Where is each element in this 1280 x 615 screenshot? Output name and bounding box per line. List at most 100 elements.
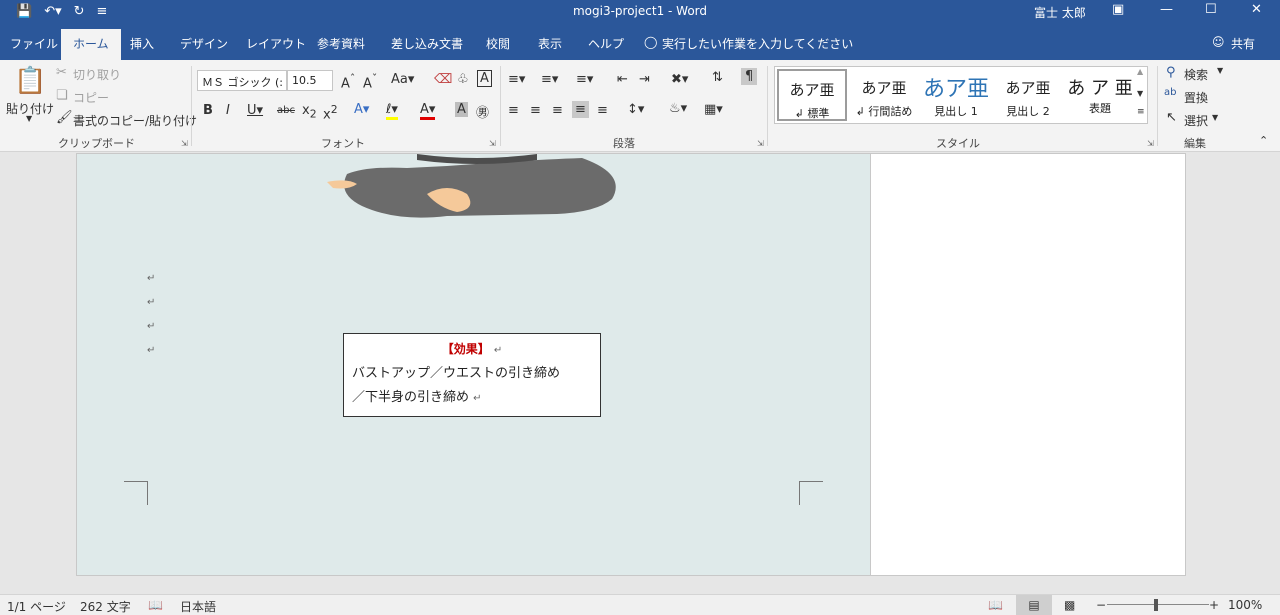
style-heading-2[interactable]: あア亜 見出し 2 bbox=[993, 69, 1063, 121]
tab-layout[interactable]: レイアウト bbox=[246, 35, 306, 52]
paragraph-mark: ↵ bbox=[493, 345, 503, 356]
more-styles-icon[interactable]: ≡ bbox=[1137, 107, 1145, 117]
font-size-combo[interactable]: 10.5 bbox=[287, 70, 333, 91]
maximize-icon[interactable]: ☐ bbox=[1205, 2, 1217, 17]
document-page[interactable]: ↵ ↵ ↵ ↵ 【効果】 ↵ バストアップ／ウエストの引き締め ／下半身の引き締… bbox=[76, 153, 871, 576]
ribbon-display-options-icon[interactable]: ▣ bbox=[1112, 2, 1124, 17]
sort-icon[interactable]: ⇅ bbox=[712, 70, 723, 85]
clear-formatting-icon[interactable]: ⌫ bbox=[434, 72, 452, 87]
margin-corner-mark bbox=[799, 481, 823, 505]
shading-icon[interactable]: ♨▾ bbox=[669, 101, 687, 116]
style-gallery: あア亜 ↲ 標準 あア亜 ↲ 行間詰め あア亜 見出し 1 あア亜 見出し 2 … bbox=[774, 66, 1148, 124]
change-case-icon[interactable]: Aa▾ bbox=[391, 72, 414, 87]
style-preview: あア亜 bbox=[922, 77, 989, 99]
enclose-characters-icon[interactable]: ㊚ bbox=[476, 102, 489, 121]
scroll-up-icon[interactable]: ▲ bbox=[1137, 67, 1143, 76]
zoom-level[interactable]: 100% bbox=[1228, 598, 1262, 612]
strikethrough-icon[interactable]: abc bbox=[277, 105, 295, 116]
share-button[interactable]: 共有 bbox=[1231, 35, 1255, 52]
collapse-ribbon-icon[interactable]: ⌃ bbox=[1259, 134, 1268, 147]
superscript-icon[interactable]: x2 bbox=[323, 103, 338, 122]
multilevel-list-icon[interactable]: ≡▾ bbox=[576, 72, 593, 87]
justify-icon[interactable]: ≡ bbox=[572, 101, 589, 118]
scroll-down-icon[interactable]: ▼ bbox=[1137, 89, 1143, 98]
character-border-icon[interactable]: A bbox=[477, 70, 492, 87]
select-button[interactable]: 選択 bbox=[1184, 112, 1208, 129]
chevron-down-icon[interactable]: ▼ bbox=[1212, 113, 1218, 122]
copy-button[interactable]: コピー bbox=[73, 89, 109, 106]
tab-file[interactable]: ファイル bbox=[10, 35, 58, 52]
zoom-slider-thumb[interactable] bbox=[1154, 599, 1158, 611]
minimize-icon[interactable]: — bbox=[1160, 2, 1173, 17]
replace-button[interactable]: 置換 bbox=[1184, 89, 1208, 106]
language-indicator[interactable]: 日本語 bbox=[180, 598, 216, 615]
yoga-illustration bbox=[327, 154, 616, 218]
dialog-launcher-icon[interactable]: ⇲ bbox=[489, 139, 496, 148]
line-spacing-icon[interactable]: ↕▾ bbox=[627, 102, 644, 117]
zoom-in-icon[interactable]: + bbox=[1209, 598, 1219, 612]
user-name[interactable]: 富士 太郎 bbox=[1034, 4, 1086, 21]
dialog-launcher-icon[interactable]: ⇲ bbox=[757, 139, 764, 148]
word-count[interactable]: 262 文字 bbox=[80, 598, 131, 615]
proofing-icon[interactable]: 📖 bbox=[148, 598, 163, 612]
highlight-icon[interactable]: ℓ▾ bbox=[386, 102, 398, 120]
format-painter-icon: 🖌 bbox=[56, 110, 73, 125]
tab-home[interactable]: ホーム bbox=[61, 29, 121, 60]
text-effects-icon[interactable]: A▾ bbox=[354, 102, 369, 117]
tell-me-box[interactable]: 実行したい作業を入力してください bbox=[662, 35, 853, 52]
format-painter-button[interactable]: 書式のコピー/貼り付け bbox=[73, 112, 197, 129]
paste-icon[interactable]: 📋 bbox=[14, 66, 46, 96]
phonetic-guide-icon[interactable]: ♧ bbox=[457, 72, 469, 87]
shrink-font-icon[interactable]: Aˇ bbox=[363, 72, 377, 91]
tab-design[interactable]: デザイン bbox=[180, 35, 228, 52]
character-shading-icon[interactable]: A bbox=[455, 102, 468, 117]
title-bar: 💾 ↶▾ ↻ ≡ mogi3-project1 - Word 富士 太郎 ▣ —… bbox=[0, 0, 1280, 23]
cut-button[interactable]: 切り取り bbox=[73, 66, 121, 83]
dialog-launcher-icon[interactable]: ⇲ bbox=[181, 139, 188, 148]
style-no-spacing[interactable]: あア亜 ↲ 行間詰め bbox=[849, 69, 919, 121]
zoom-out-icon[interactable]: − bbox=[1096, 598, 1106, 612]
print-layout-icon[interactable]: ▤ bbox=[1016, 595, 1052, 615]
font-family-combo[interactable]: ＭＳ ゴシック (: bbox=[197, 70, 287, 91]
font-color-icon[interactable]: A▾ bbox=[420, 102, 436, 120]
align-left-icon[interactable]: ≡ bbox=[508, 103, 519, 118]
tab-view[interactable]: 表示 bbox=[538, 35, 562, 52]
page-count[interactable]: 1/1 ページ bbox=[7, 598, 66, 615]
style-heading-1[interactable]: あア亜 見出し 1 bbox=[921, 69, 991, 121]
tab-mailings[interactable]: 差し込み文書 bbox=[391, 35, 463, 52]
style-normal[interactable]: あア亜 ↲ 標準 bbox=[777, 69, 847, 121]
tab-references[interactable]: 参考資料 bbox=[317, 35, 365, 52]
zoom-slider[interactable] bbox=[1107, 604, 1209, 605]
style-title[interactable]: あ ア 亜 表題 bbox=[1065, 69, 1135, 121]
increase-indent-icon[interactable]: ⇥ bbox=[639, 72, 650, 87]
align-right-icon[interactable]: ≡ bbox=[552, 103, 563, 118]
document-page-right-area[interactable] bbox=[871, 153, 1186, 576]
asian-layout-icon[interactable]: ✖▾ bbox=[671, 72, 688, 87]
web-layout-icon[interactable]: ▩ bbox=[1064, 598, 1075, 612]
chevron-down-icon[interactable]: ▼ bbox=[26, 114, 32, 123]
paragraph-mark: ↵ bbox=[147, 321, 156, 332]
effect-textbox[interactable]: 【効果】 ↵ バストアップ／ウエストの引き締め ／下半身の引き締め ↵ bbox=[343, 333, 601, 417]
align-center-icon[interactable]: ≡ bbox=[530, 103, 541, 118]
bullets-icon[interactable]: ≡▾ bbox=[508, 72, 525, 87]
grow-font-icon[interactable]: Aˆ bbox=[341, 72, 355, 91]
tab-insert[interactable]: 挿入 bbox=[130, 35, 154, 52]
effect-title: 【効果】 ↵ bbox=[352, 340, 592, 362]
show-hide-marks-icon[interactable]: ¶ bbox=[741, 68, 758, 85]
tab-help[interactable]: ヘルプ bbox=[588, 35, 624, 52]
decrease-indent-icon[interactable]: ⇤ bbox=[617, 72, 628, 87]
clipboard-group-label: クリップボード bbox=[58, 137, 135, 150]
distributed-icon[interactable]: ≡ bbox=[597, 103, 608, 118]
numbering-icon[interactable]: ≡▾ bbox=[541, 72, 558, 87]
tab-review[interactable]: 校閲 bbox=[486, 35, 510, 52]
borders-icon[interactable]: ▦▾ bbox=[704, 102, 723, 117]
subscript-icon[interactable]: x2 bbox=[302, 103, 317, 121]
chevron-down-icon[interactable]: ▼ bbox=[1217, 66, 1223, 75]
close-icon[interactable]: ✕ bbox=[1251, 2, 1262, 17]
bold-icon[interactable]: B bbox=[203, 103, 213, 118]
find-button[interactable]: 検索 bbox=[1184, 66, 1208, 83]
read-mode-icon[interactable]: 📖 bbox=[988, 598, 1003, 612]
dialog-launcher-icon[interactable]: ⇲ bbox=[1147, 139, 1154, 148]
underline-icon[interactable]: U▾ bbox=[247, 103, 263, 118]
italic-icon[interactable]: I bbox=[226, 103, 230, 118]
